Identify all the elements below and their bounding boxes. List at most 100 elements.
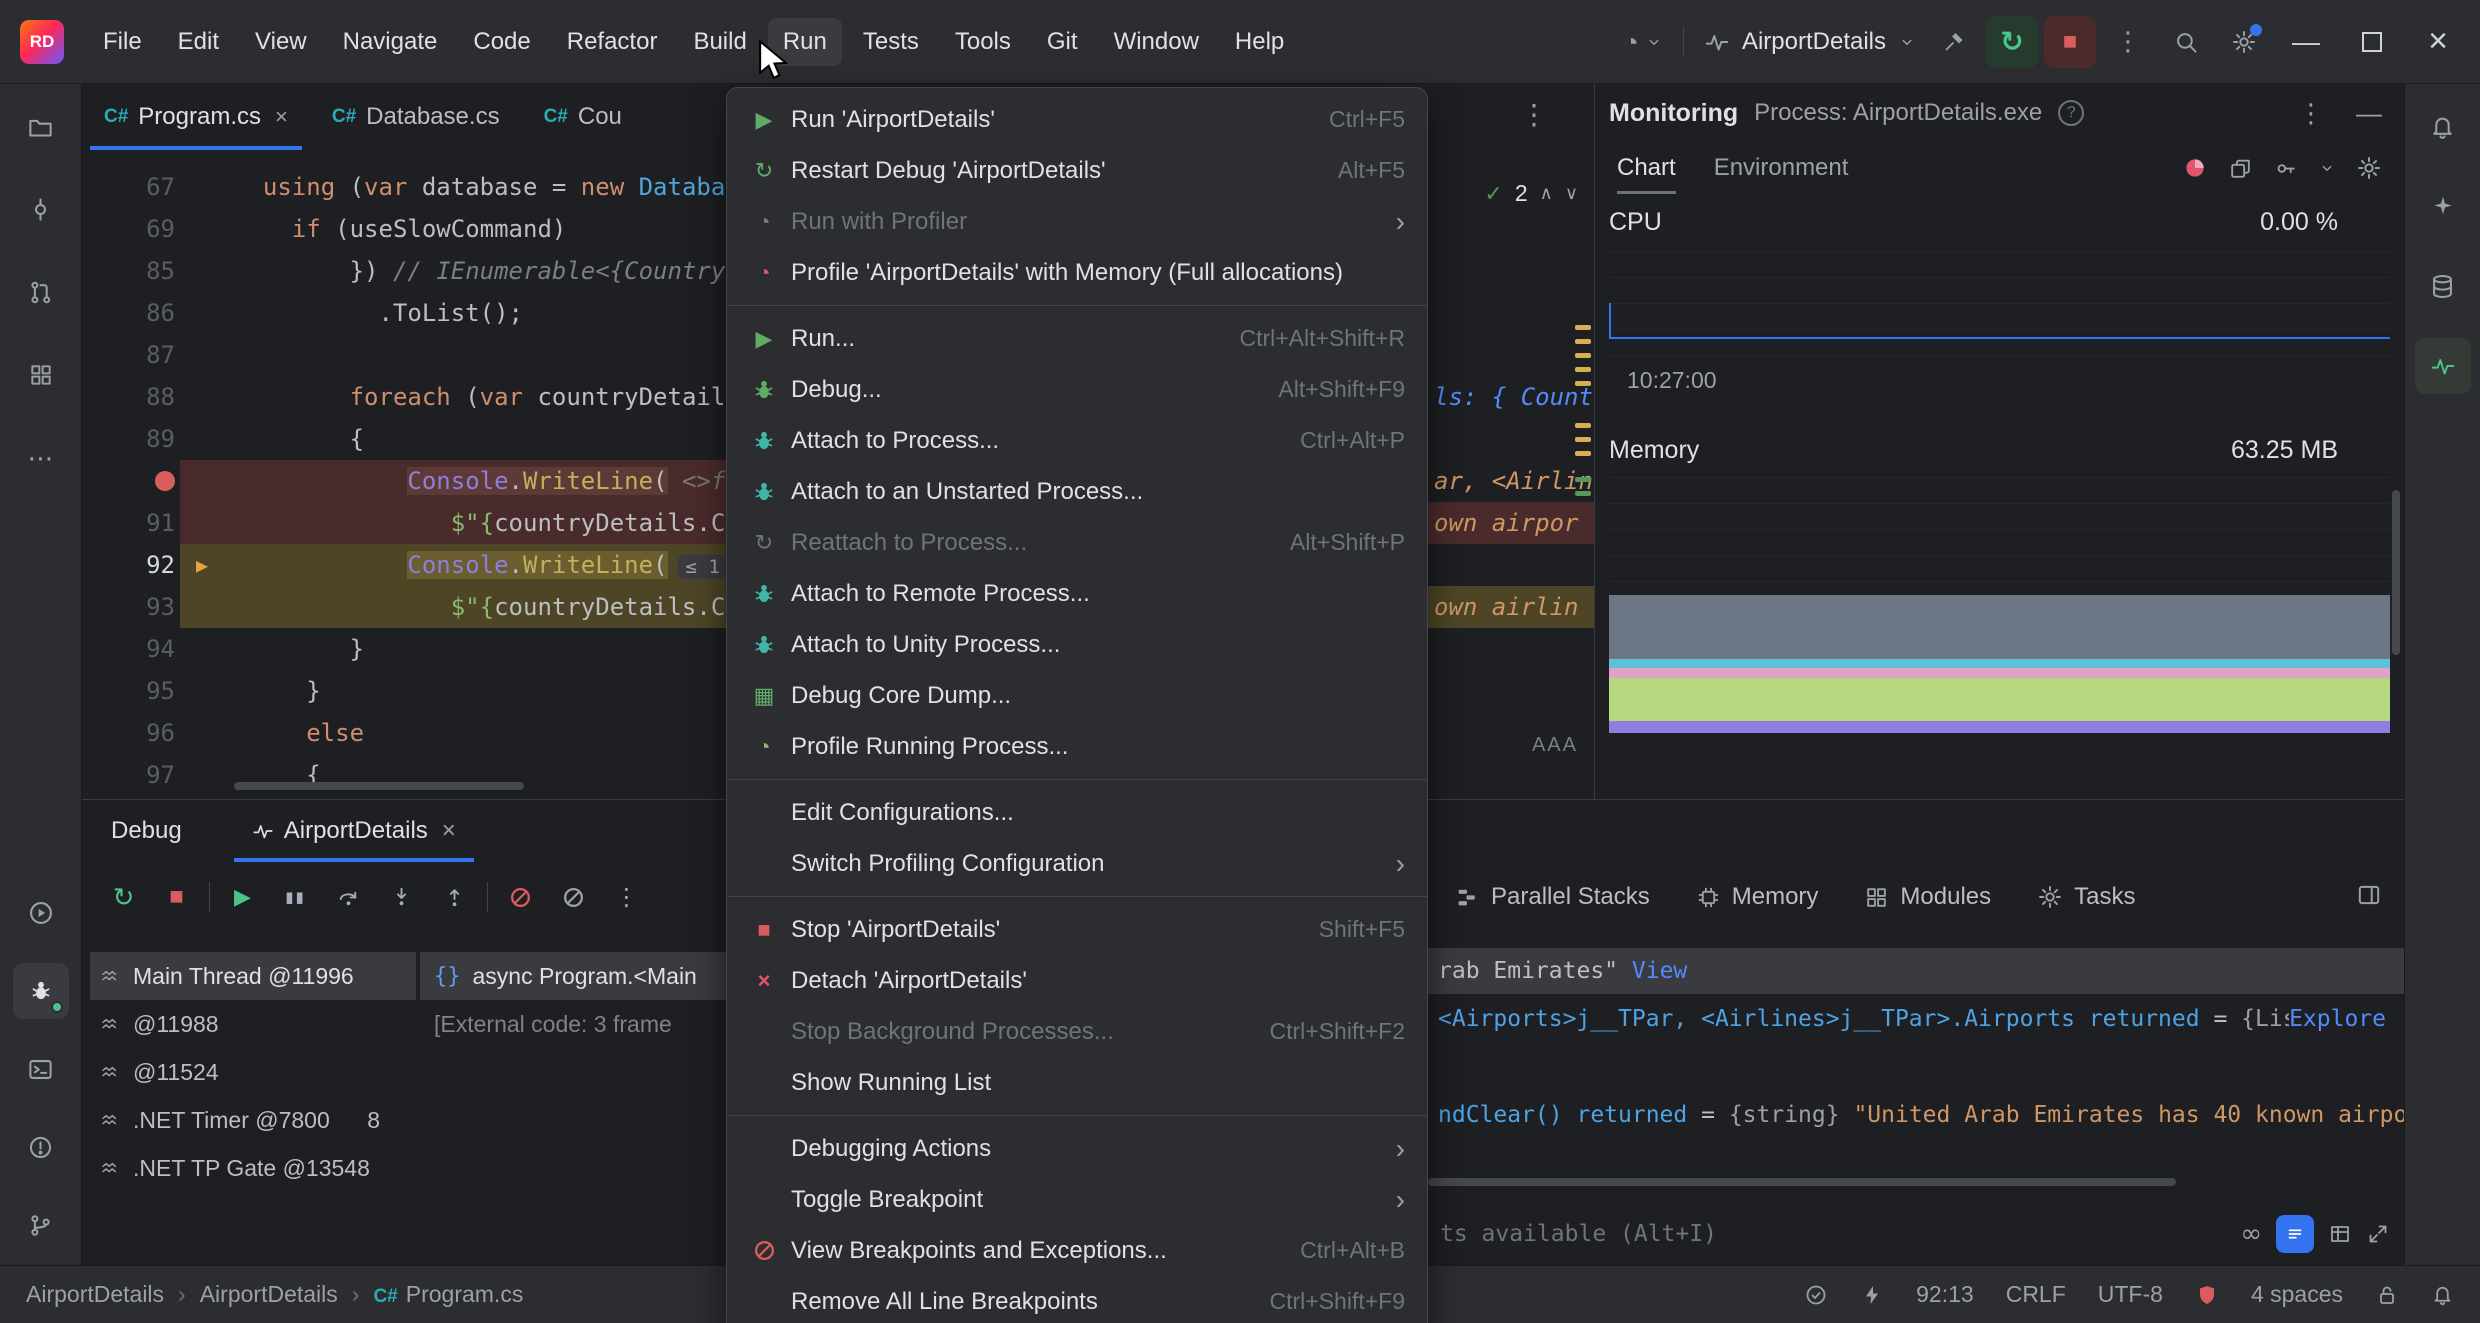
menubar-item-edit[interactable]: Edit	[163, 18, 234, 66]
thread-row[interactable]: Main Thread @11996	[90, 952, 416, 1000]
watches-icon[interactable]: ∞	[2240, 1219, 2262, 1249]
file-encoding[interactable]: UTF-8	[2098, 1281, 2163, 1308]
tab-tasks[interactable]: Tasks	[2037, 883, 2135, 911]
thread-row[interactable]: .NET Timer @7800 8	[90, 1096, 416, 1144]
variable-row[interactable]: ndClear() returned = {string} "United Ar…	[1428, 1092, 2404, 1138]
editor-tab-cou[interactable]: C# Cou	[522, 84, 644, 150]
gutter[interactable]: 89	[82, 418, 234, 460]
run-tool-button[interactable]	[13, 885, 69, 941]
thread-row[interactable]: .NET TP Gate @13548	[90, 1144, 416, 1192]
editor-tab-program-cs[interactable]: C# Program.cs ×	[82, 84, 310, 150]
pie-chart-icon[interactable]	[2182, 155, 2208, 181]
security-status-button[interactable]	[2195, 1283, 2219, 1307]
step-over-button[interactable]	[322, 873, 375, 921]
restart-debug-button[interactable]: ↻	[1986, 15, 2038, 68]
tab-modules[interactable]: Modules	[1864, 883, 1991, 911]
stripe-mark[interactable]	[1575, 451, 1591, 456]
gutter[interactable]: 87	[82, 334, 234, 376]
rider-logo-icon[interactable]: RD	[20, 19, 64, 64]
inspections-widget[interactable]: ✓ 2 ∧ ∨	[1484, 180, 1578, 207]
stop-button[interactable]: ■	[2044, 15, 2096, 68]
allocations-icon[interactable]	[2273, 156, 2298, 181]
line-ending[interactable]: CRLF	[2006, 1281, 2066, 1308]
caret-position[interactable]: 92:13	[1916, 1281, 1974, 1308]
run-menu-item[interactable]: ◔ Profile Running Process...	[727, 721, 1427, 772]
debug-tool-button[interactable]	[12, 963, 69, 1019]
pull-requests-tool-button[interactable]	[13, 264, 69, 320]
close-icon[interactable]: ×	[442, 817, 456, 845]
search-everywhere-button[interactable]	[2160, 16, 2212, 68]
stop-button[interactable]: ■	[150, 873, 203, 921]
ai-assistant-tool-button[interactable]	[2415, 178, 2471, 234]
close-icon[interactable]: ×	[275, 104, 288, 130]
evaluate-view-button[interactable]	[2276, 1215, 2314, 1253]
gutter[interactable]: 88	[82, 376, 234, 418]
monitoring-scrollbar[interactable]	[2392, 490, 2400, 655]
run-menu-item[interactable]: Attach to Unity Process...	[727, 619, 1427, 670]
stripe-mark[interactable]	[1575, 339, 1591, 344]
run-menu-item[interactable]: Show Running List	[727, 1057, 1427, 1108]
run-menu-item[interactable]: ▶ Run... Ctrl+Alt+Shift+R	[727, 313, 1427, 364]
more-tools-button[interactable]: ⋯	[13, 430, 69, 486]
menubar-item-build[interactable]: Build	[678, 18, 761, 66]
close-button[interactable]: ×	[2408, 16, 2468, 68]
tab-memory[interactable]: Memory	[1696, 883, 1818, 911]
breakpoint-icon[interactable]	[155, 471, 175, 491]
view-breakpoints-button[interactable]	[494, 873, 547, 921]
variables-horizontal-scrollbar[interactable]	[1428, 1178, 2176, 1186]
breadcrumb-item[interactable]: AirportDetails	[200, 1281, 338, 1308]
error-stripe[interactable]	[1575, 230, 1591, 739]
run-menu-item[interactable]: Debugging Actions ›	[727, 1123, 1427, 1174]
structure-tool-button[interactable]	[13, 347, 69, 403]
variable-row[interactable]: <Airports>j__TPar, <Airlines>j__TPar>.Ai…	[1428, 996, 2404, 1042]
menubar-item-git[interactable]: Git	[1032, 18, 1093, 66]
no-problems-button[interactable]	[1804, 1283, 1828, 1307]
more-actions-button[interactable]: ⋮	[2102, 16, 2154, 68]
settings-button[interactable]	[2218, 16, 2270, 68]
menubar-item-code[interactable]: Code	[458, 18, 545, 66]
run-menu-item[interactable]: Remove All Line Breakpoints Ctrl+Shift+F9	[727, 1276, 1427, 1323]
gutter[interactable]: 97	[82, 754, 234, 796]
next-problem-icon[interactable]: ∨	[1565, 183, 1578, 204]
stripe-mark[interactable]	[1575, 437, 1591, 442]
run-menu-item[interactable]: ◔ Profile 'AirportDetails' with Memory (F…	[727, 247, 1427, 298]
status-notifications-button[interactable]	[2431, 1283, 2454, 1306]
monitoring-minimize-button[interactable]: —	[2348, 98, 2390, 129]
run-menu-item[interactable]: ▶ Run 'AirportDetails' Ctrl+F5	[727, 94, 1427, 145]
minimize-button[interactable]: —	[2276, 16, 2336, 68]
debug-title[interactable]: Debug	[111, 817, 182, 845]
run-menu-item[interactable]: ■ Stop 'AirportDetails' Shift+F5	[727, 904, 1427, 955]
menubar-item-run[interactable]: Run	[767, 17, 842, 66]
layout-settings-button[interactable]	[2356, 882, 2382, 908]
run-menu-item[interactable]: Switch Profiling Configuration ›	[727, 838, 1427, 889]
variable-row[interactable]: rab Emirates" View	[1428, 948, 2404, 994]
version-control-tool-button[interactable]	[13, 1197, 69, 1253]
profiler-widget-button[interactable]: ◔	[1617, 16, 1669, 68]
stripe-mark[interactable]	[1575, 325, 1591, 330]
resume-button[interactable]: ▶	[216, 873, 269, 921]
stripe-mark[interactable]	[1575, 353, 1591, 358]
debug-more-button[interactable]: ⋮	[600, 873, 653, 921]
editor-tab-database-cs[interactable]: C# Database.cs	[310, 84, 522, 150]
commit-tool-button[interactable]	[13, 181, 69, 237]
mute-breakpoints-button[interactable]	[547, 873, 600, 921]
gutter[interactable]: 96	[82, 712, 234, 754]
indent-setting[interactable]: 4 spaces	[2251, 1281, 2343, 1308]
run-menu-item[interactable]: Toggle Breakpoint ›	[727, 1174, 1427, 1225]
breadcrumb-item[interactable]: AirportDetails	[26, 1281, 164, 1308]
power-mode-button[interactable]	[1860, 1283, 1884, 1307]
menubar-item-file[interactable]: File	[88, 18, 157, 66]
explore-link[interactable]: Explore	[2289, 1006, 2404, 1032]
menubar-item-navigate[interactable]: Navigate	[328, 18, 453, 66]
build-button[interactable]	[1928, 16, 1980, 68]
gutter[interactable]: 86	[82, 292, 234, 334]
monitoring-tab-chart[interactable]: Chart	[1617, 142, 1676, 194]
breadcrumb-item[interactable]: C# Program.cs	[373, 1281, 523, 1308]
gutter[interactable]: 92 ▶	[82, 544, 234, 586]
run-menu-item[interactable]: Attach to Process... Ctrl+Alt+P	[727, 415, 1427, 466]
table-icon[interactable]	[2328, 1222, 2352, 1246]
project-tool-button[interactable]	[13, 98, 69, 154]
step-into-button[interactable]	[375, 873, 428, 921]
stripe-mark[interactable]	[1575, 381, 1591, 386]
gear-icon[interactable]	[2356, 155, 2382, 181]
